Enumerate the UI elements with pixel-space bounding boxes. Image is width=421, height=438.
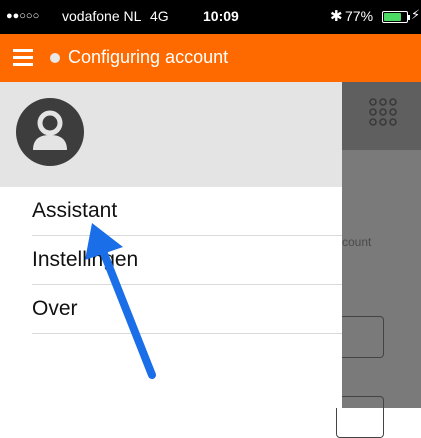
menu-item-over[interactable]: Over (32, 285, 342, 334)
partial-label: count (342, 235, 372, 249)
page-title: Configuring account (68, 47, 229, 67)
battery-icon (382, 11, 408, 23)
menu-icon[interactable] (13, 49, 33, 67)
app-header: Configuring account (0, 34, 421, 82)
content-toolbar (342, 82, 421, 150)
battery-tip (408, 15, 410, 20)
signal-strength: ●●○○○ (6, 10, 40, 22)
input-field[interactable] (336, 316, 384, 358)
bluetooth-icon: ✱ (330, 8, 343, 25)
network-type: 4G (150, 8, 169, 24)
menu-item-assistant[interactable]: Assistant (32, 187, 342, 236)
drawer-menu: Assistant Instellingen Over (0, 187, 342, 334)
clock: 10:09 (203, 8, 239, 24)
status-dot-icon (50, 53, 60, 63)
battery-level (384, 13, 401, 21)
carrier-name: vodafone NL (62, 8, 142, 24)
dialpad-icon[interactable] (369, 98, 397, 126)
dimmed-content[interactable]: count (336, 82, 421, 438)
input-field[interactable] (336, 396, 384, 438)
status-bar: ●●○○○ vodafone NL 4G 10:09 ✱ 77% ⚡ (0, 0, 421, 34)
drawer-header (0, 82, 342, 187)
avatar-icon[interactable] (16, 98, 84, 166)
battery-percent: 77% (345, 8, 374, 24)
navigation-drawer: Assistant Instellingen Over (0, 82, 342, 408)
charging-icon: ⚡ (411, 7, 421, 22)
menu-item-instellingen[interactable]: Instellingen (32, 236, 342, 285)
